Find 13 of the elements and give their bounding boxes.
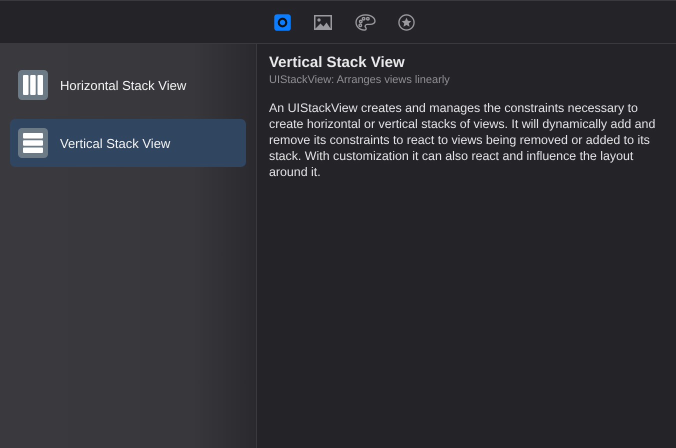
sidebar-item[interactable]: Vertical Stack View	[10, 119, 246, 167]
detail-subtitle: UIStackView: Arranges views linearly	[269, 74, 451, 86]
image-icon	[312, 14, 332, 30]
sidebar-item[interactable]: Horizontal Stack View	[10, 61, 246, 109]
color-tab[interactable]	[352, 12, 378, 32]
columns-icon	[18, 70, 48, 100]
detail-title: Vertical Stack View	[269, 54, 406, 71]
symbol-tab[interactable]	[396, 12, 416, 32]
detail-description: An UIStackView creates and manages the constraints necessary to create horizontal or vertical stacks of views. It will dynamically add and remove its constraints to react to views being removed or added to its stack. With customization it can also react and influence the layout around it.	[269, 100, 656, 180]
rows-icon	[18, 128, 48, 158]
palette-icon	[354, 14, 376, 30]
object-tab[interactable]	[272, 12, 292, 32]
square-icon	[274, 14, 290, 30]
